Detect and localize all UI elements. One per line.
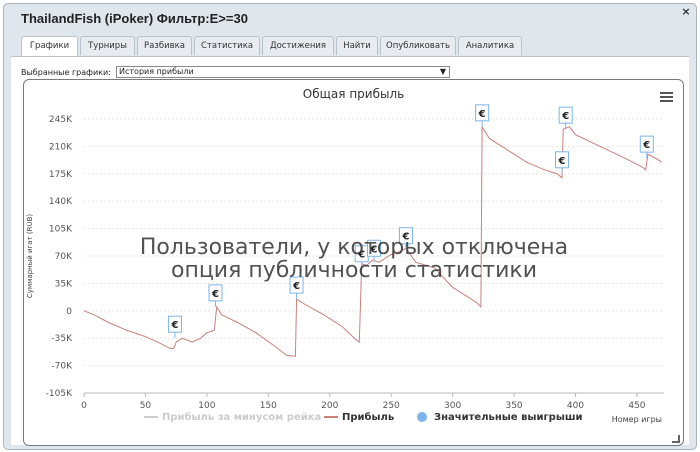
- y-tick-label: -70K: [51, 362, 73, 372]
- marker-label: €: [558, 156, 566, 167]
- y-tick-label: 210K: [49, 142, 73, 152]
- menu-bar: [660, 92, 673, 94]
- resize-handle[interactable]: [672, 435, 680, 443]
- y-axis-label: Суммарный игат (RUB): [26, 214, 34, 299]
- marker-label: €: [561, 111, 569, 122]
- hamburger-icon[interactable]: [660, 92, 673, 102]
- marker-label: €: [170, 320, 178, 331]
- x-tick-label: 350: [505, 401, 522, 411]
- app-window: ThailandFish (iPoker) Фильтр:E>=30 × Гра…: [3, 3, 697, 450]
- tab-statistics[interactable]: Статистика: [194, 36, 260, 55]
- y-tick-label: 175K: [49, 170, 73, 180]
- profit-chart: Общая прибыль -105K -70K -35K 0 35K 70K 105K 140…: [23, 79, 684, 446]
- chart-title: Общая прибыль: [303, 87, 404, 101]
- y-tick-label: -35K: [51, 334, 73, 344]
- overlay-line-2: опция публичности статистики: [171, 258, 537, 283]
- y-tick-label: 140K: [49, 197, 73, 207]
- marker-label: €: [211, 289, 219, 300]
- graphs-panel: Выбранные графики: История прибыли ▼ Общ…: [11, 56, 689, 446]
- y-tick-label: 245K: [49, 115, 73, 125]
- x-tick-label: 300: [444, 401, 461, 411]
- x-tick-label: 200: [321, 401, 338, 411]
- y-tick-label: 70K: [55, 252, 73, 262]
- x-tick-label: 50: [140, 401, 152, 411]
- legend-item-big-wins-symbol: [417, 412, 427, 422]
- tab-achievements[interactable]: Достижения: [262, 36, 334, 55]
- legend-item-big-wins[interactable]: Значительные выигрыши: [434, 412, 583, 423]
- x-tick-label: 150: [260, 401, 277, 411]
- menu-bar: [660, 96, 673, 98]
- tab-breakdown[interactable]: Разбивка: [137, 36, 192, 55]
- tab-search[interactable]: Найти: [336, 36, 378, 55]
- y-tick-label: -105K: [46, 389, 73, 399]
- x-tick-label: 100: [198, 401, 215, 411]
- overlay-line-1: Пользователи, у которых отключена: [140, 235, 568, 260]
- legend-item-profit[interactable]: Прибыль: [342, 411, 394, 423]
- tab-graphs[interactable]: Графики: [21, 36, 78, 57]
- graph-selector-label: Выбранные графики:: [21, 68, 111, 77]
- tab-tournaments[interactable]: Турниры: [80, 36, 135, 55]
- y-tick-label: 0: [66, 307, 72, 317]
- x-tick-label: 250: [383, 401, 400, 411]
- legend-item-rake[interactable]: Прибыль за минусом рейка: [162, 411, 321, 423]
- x-tick-label: 400: [567, 401, 584, 411]
- title-bar: ThailandFish (iPoker) Фильтр:E>=30 ×: [4, 4, 696, 34]
- graph-selector[interactable]: История прибыли ▼: [116, 66, 450, 78]
- tab-analytics[interactable]: Аналитика: [458, 36, 522, 55]
- x-tick-label: 450: [628, 401, 645, 411]
- chevron-down-icon: ▼: [439, 67, 446, 76]
- x-axis-label: Номер игры: [612, 415, 662, 424]
- y-tick-label: 105K: [49, 225, 73, 235]
- menu-bar: [660, 100, 673, 102]
- chart-svg: Общая прибыль -105K -70K -35K 0 35K 70K 105K 140…: [26, 87, 673, 424]
- y-tick-label: 35K: [55, 279, 73, 289]
- marker-label: €: [642, 140, 650, 151]
- window-title: ThailandFish (iPoker) Фильтр:E>=30: [21, 11, 248, 26]
- tab-publish[interactable]: Опубликовать: [380, 36, 456, 55]
- x-tick-label: 0: [81, 401, 87, 411]
- graph-selector-value: История прибыли: [119, 67, 194, 76]
- marker-label: €: [478, 109, 486, 120]
- close-icon[interactable]: ×: [680, 6, 692, 18]
